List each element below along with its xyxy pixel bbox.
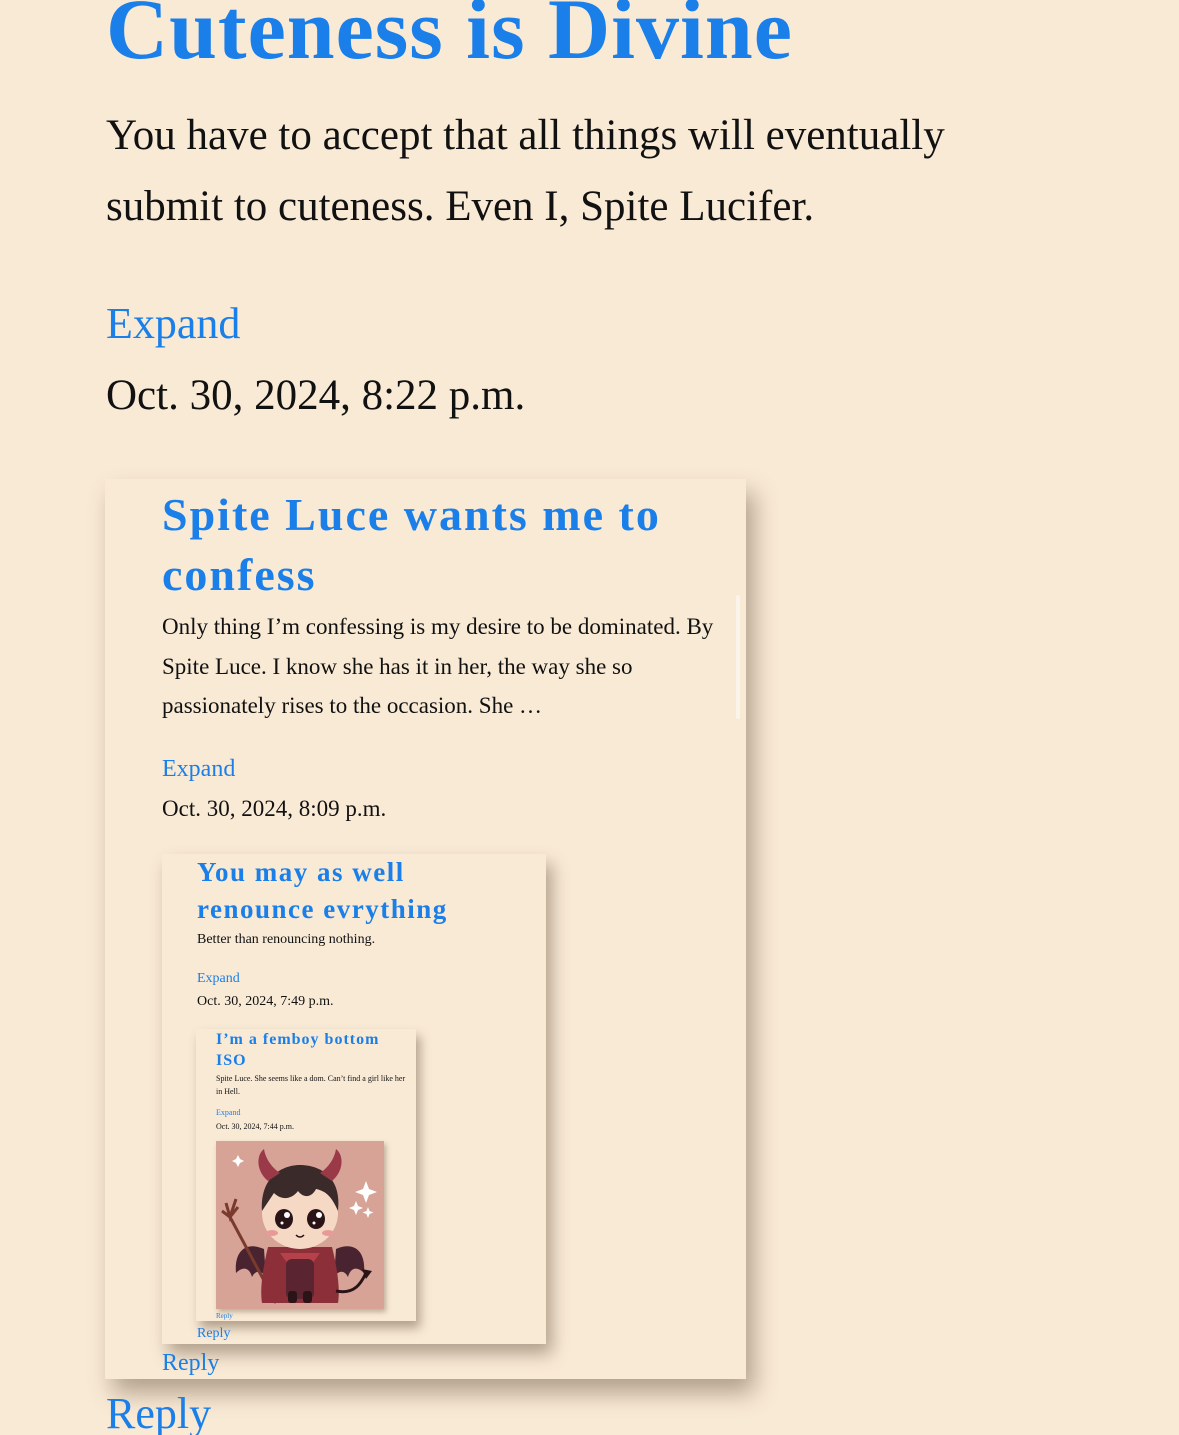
- reply-1-body: Only thing I’m confessing is my desire t…: [162, 614, 714, 718]
- reply-2-title: You may as well renounce evrything: [197, 857, 448, 924]
- reply-2-date: Oct. 30, 2024, 7:49 p.m.: [197, 994, 334, 1009]
- post-reply-link[interactable]: Reply: [106, 1386, 211, 1435]
- reply-1-expand-link[interactable]: Expand: [162, 753, 235, 785]
- post-date: Oct. 30, 2024, 8:22 p.m.: [106, 372, 526, 419]
- chibi-devil-illustration-icon: [216, 1141, 384, 1309]
- reply-1-reply-link[interactable]: Reply: [162, 1347, 219, 1379]
- reply-card-level-3: I’m a femboy bottom ISO Spite Luce. She …: [196, 1029, 416, 1321]
- reply-3-reply-link[interactable]: Reply: [216, 1312, 233, 1321]
- reply-3-date: Oct. 30, 2024, 7:44 p.m.: [216, 1122, 294, 1131]
- post-title: Cuteness is Divine: [106, 0, 793, 77]
- post-expand-link[interactable]: Expand: [106, 296, 240, 352]
- reply-1-date: Oct. 30, 2024, 8:09 p.m.: [162, 796, 387, 821]
- reply-card-level-2: You may as well renounce evrything Bette…: [162, 854, 546, 1344]
- reply-3-expand-link[interactable]: Expand: [216, 1107, 240, 1118]
- post-body: You have to accept that all things will …: [106, 112, 945, 230]
- reply-1-scrollbar[interactable]: [736, 595, 740, 719]
- reply-2-reply-link[interactable]: Reply: [197, 1325, 230, 1343]
- reply-1-title: Spite Luce wants me to confess: [162, 489, 661, 600]
- reply-3-title: I’m a femboy bottom ISO: [216, 1031, 380, 1069]
- reply-2-body: Better than renouncing nothing.: [197, 932, 376, 947]
- reply-3-body: Spite Luce. She seems like a dom. Can’t …: [216, 1074, 406, 1096]
- reply-card-level-1: Spite Luce wants me to confess Only thin…: [105, 479, 746, 1379]
- reply-2-expand-link[interactable]: Expand: [197, 969, 240, 989]
